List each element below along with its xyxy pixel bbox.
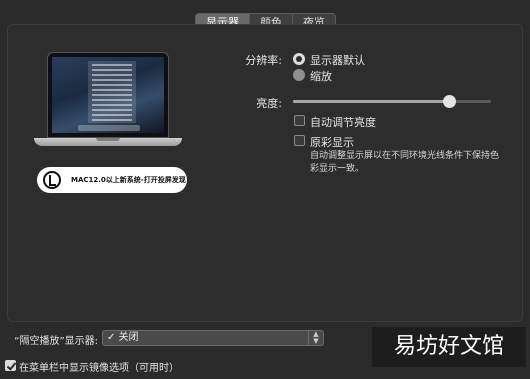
true-tone-description: 自动调整显示屏以在不同环境光线条件下保持色彩显示一致。 bbox=[310, 151, 500, 174]
airplay-display-value: ✓ 关闭 bbox=[107, 332, 139, 343]
resolution-default-radio[interactable] bbox=[293, 53, 305, 65]
promo-badge-text: MAC12.0以上新系统-打开投屏发现 bbox=[71, 176, 186, 184]
watermark: 易坊好文馆 bbox=[372, 327, 526, 367]
screen-document bbox=[88, 61, 136, 123]
clock-logo-icon bbox=[43, 171, 61, 189]
auto-brightness-checkbox[interactable] bbox=[294, 115, 305, 126]
true-tone-checkbox[interactable] bbox=[294, 135, 305, 146]
true-tone-label[interactable]: 原彩显示 bbox=[310, 134, 354, 150]
airplay-display-select[interactable]: ✓ 关闭 ▲ ▼ bbox=[102, 330, 324, 346]
promo-badge: MAC12.0以上新系统-打开投屏发现 bbox=[37, 167, 187, 193]
mirroring-menubar-label[interactable]: 在菜单栏中显示镜像选项（可用时） bbox=[19, 359, 179, 374]
laptop-screen bbox=[47, 52, 169, 138]
brightness-label: 亮度: bbox=[256, 97, 282, 110]
dock bbox=[78, 125, 140, 131]
mirroring-menubar-checkbox[interactable] bbox=[5, 360, 16, 371]
auto-brightness-label[interactable]: 自动调节亮度 bbox=[310, 114, 376, 130]
resolution-scaled-label[interactable]: 缩放 bbox=[310, 68, 332, 84]
resolution-default-label[interactable]: 显示器默认 bbox=[310, 52, 365, 68]
resolution-label: 分辨率: bbox=[245, 54, 282, 67]
laptop-preview-image bbox=[34, 52, 182, 152]
brightness-slider[interactable] bbox=[293, 95, 491, 108]
brightness-slider-fill bbox=[293, 100, 450, 103]
laptop-notch bbox=[96, 138, 120, 141]
select-arrows-icon: ▲ ▼ bbox=[308, 331, 323, 345]
resolution-scaled-radio[interactable] bbox=[293, 69, 305, 81]
airplay-display-label: “隔空播放”显示器: bbox=[14, 336, 98, 347]
